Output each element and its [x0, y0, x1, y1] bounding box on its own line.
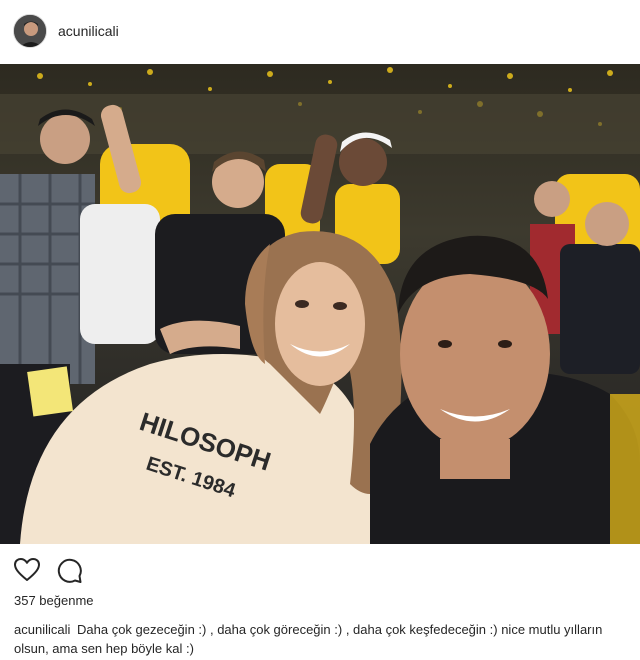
post-caption: acunilicali Daha çok gezeceğin :) , daha…: [14, 620, 614, 658]
heart-outline-icon[interactable]: [13, 556, 41, 584]
username[interactable]: acunilicali: [58, 23, 119, 39]
like-count[interactable]: 357 beğenme: [14, 593, 94, 608]
speech-bubble-icon[interactable]: [55, 556, 83, 584]
post-photo[interactable]: HILOSOPH EST. 1984: [0, 64, 640, 544]
action-bar: [0, 556, 640, 586]
avatar[interactable]: [13, 14, 47, 48]
caption-username[interactable]: acunilicali: [14, 622, 70, 637]
post-header: acunilicali: [0, 0, 640, 64]
caption-text: Daha çok gezeceğin :) , daha çok göreceğ…: [14, 622, 603, 656]
